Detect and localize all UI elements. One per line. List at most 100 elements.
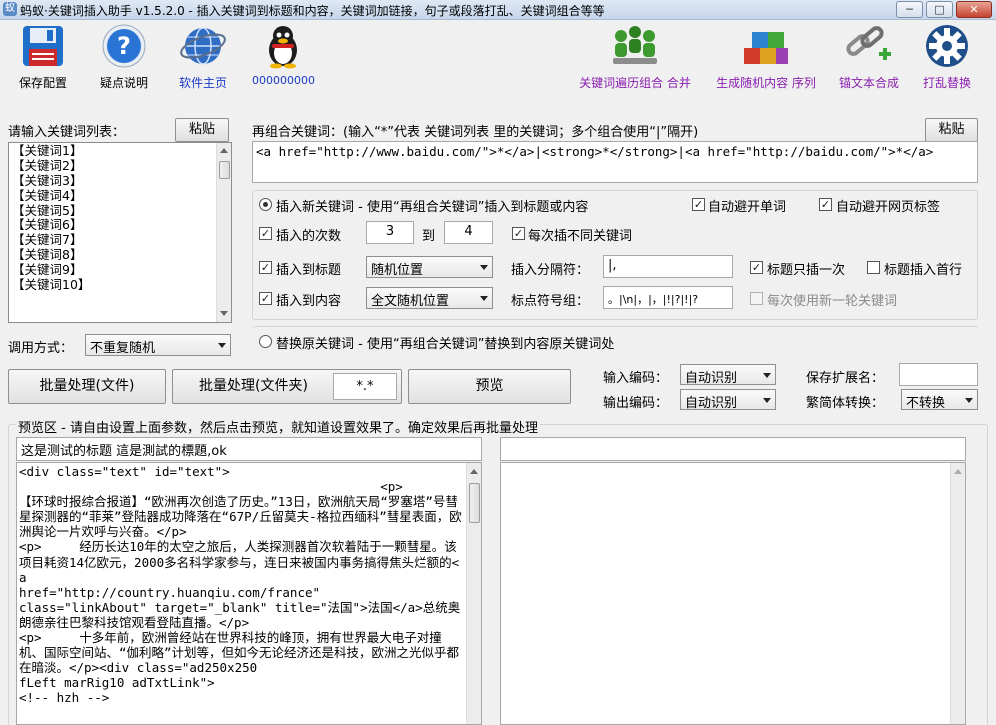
preview-title-left[interactable]: 这是测试的标题 這是測試的標題,ok	[16, 437, 482, 461]
preview-content-left[interactable]: <div class="text" id="text"> <p> 【环球时报综合…	[16, 462, 482, 725]
conversion-select[interactable]: 不转换	[901, 389, 978, 411]
batch-file-button[interactable]: 批量处理(文件)	[8, 369, 166, 404]
keyword-list-item[interactable]: 【关键词10】	[9, 277, 216, 292]
keyword-list-item[interactable]: 【关键词3】	[9, 173, 216, 188]
maximize-button[interactable]: □	[926, 1, 953, 18]
dropdown-arrow-icon	[763, 398, 771, 403]
diff-keyword-label: 每次插不同关键词	[528, 229, 633, 244]
insert-content-label: 插入到内容	[276, 294, 342, 309]
new-round-label: 每次使用新一轮关键词	[767, 294, 898, 309]
keyword-list-item[interactable]: 【关键词1】	[9, 143, 216, 158]
call-mode-label: 调用方式：	[8, 341, 74, 356]
preview-left-scrollbar[interactable]	[466, 463, 481, 724]
preview-title-right[interactable]	[500, 437, 966, 461]
content-position-select[interactable]: 全文随机位置	[366, 287, 493, 309]
colored-cubes-icon	[744, 32, 788, 64]
penguin-icon	[269, 26, 297, 69]
dropdown-arrow-icon	[218, 343, 226, 348]
recombine-paste-button[interactable]: 粘贴	[925, 118, 978, 142]
gear-icon	[926, 25, 968, 67]
keyword-list-item[interactable]: 【关键词7】	[9, 232, 216, 247]
keywords-list[interactable]: 【关键词1】 【关键词2】 【关键词3】 【关键词4】 【关键词5】 【关键词6】 【关键词…	[8, 142, 232, 323]
anchor-text-button[interactable]: 锚文本合成	[834, 22, 904, 104]
shuffle-replace-button[interactable]: 打乱替换	[914, 22, 980, 104]
keywords-list-items: 【关键词1】 【关键词2】 【关键词3】 【关键词4】 【关键词5】 【关键词6】 【关键词…	[9, 143, 216, 292]
keyword-list-item[interactable]: 【关键词4】	[9, 188, 216, 203]
input-encoding-select[interactable]: 自动识别	[680, 364, 776, 386]
help-icon: ?	[102, 24, 146, 68]
preview-content-right[interactable]	[500, 462, 966, 725]
auto-avoid-word-label: 自动避开单词	[708, 200, 787, 215]
conversion-label: 繁简体转换：	[806, 396, 885, 411]
replace-radio[interactable]	[259, 335, 272, 348]
preview-content-left-text: <div class="text" id="text"> <p> 【环球时报综合…	[19, 464, 462, 706]
help-button[interactable]: ? 疑点说明	[93, 22, 155, 104]
keyword-combine-button[interactable]: 关键词遍历组合 合并	[576, 22, 694, 104]
punct-input[interactable]: 。|\n|，|，|!|?|!|?	[603, 286, 733, 309]
floppy-disk-icon	[23, 26, 63, 66]
dropdown-arrow-icon	[480, 296, 488, 301]
keyword-list-item[interactable]: 【关键词8】	[9, 247, 216, 262]
keywords-paste-button[interactable]: 粘贴	[175, 118, 229, 142]
scroll-thumb[interactable]	[219, 161, 230, 179]
input-encoding-label: 输入编码：	[603, 371, 669, 386]
preview-right-scrollbar[interactable]	[950, 463, 965, 724]
scroll-up-icon[interactable]	[954, 469, 962, 474]
times-to-input[interactable]: 4	[444, 221, 493, 244]
auto-avoid-tag-checkbox[interactable]: ✓	[819, 198, 832, 211]
anchor-text-label: 锚文本合成	[838, 76, 899, 90]
file-extension-input[interactable]: *.*	[333, 373, 397, 400]
keyword-list-item[interactable]: 【关键词9】	[9, 262, 216, 277]
homepage-button[interactable]: 软件主页	[172, 22, 234, 104]
scroll-down-icon[interactable]	[220, 311, 228, 316]
keyword-list-item[interactable]: 【关键词2】	[9, 158, 216, 173]
separator-input[interactable]: |,	[603, 255, 733, 278]
insert-new-label: 插入新关键词 - 使用“再组合关键词”插入到标题或内容	[276, 200, 589, 215]
title-position-select[interactable]: 随机位置	[366, 256, 493, 278]
minimize-button[interactable]: ─	[896, 1, 923, 18]
recombine-input[interactable]: <a href="http://www.baidu.com/">*</a>|<s…	[252, 141, 978, 183]
title-position-value: 随机位置	[371, 263, 424, 278]
content-position-value: 全文随机位置	[371, 294, 450, 309]
title-once-checkbox[interactable]: ✓	[750, 261, 763, 274]
scroll-thumb[interactable]	[469, 483, 480, 523]
auto-avoid-word-checkbox[interactable]: ✓	[692, 198, 705, 211]
shuffle-replace-label: 打乱替换	[922, 76, 971, 90]
call-mode-select[interactable]: 不重复随机	[85, 334, 231, 356]
times-from-input[interactable]: 3	[366, 221, 414, 244]
dropdown-arrow-icon	[763, 373, 771, 378]
qq-button[interactable]: 000000000	[252, 22, 315, 104]
keyword-list-item[interactable]: 【关键词5】	[9, 203, 216, 218]
insert-new-radio[interactable]	[259, 198, 272, 211]
random-content-button[interactable]: 生成随机内容 序列	[708, 22, 824, 104]
keyword-list-item[interactable]: 【关键词6】	[9, 217, 216, 233]
insert-content-checkbox[interactable]: ✓	[259, 292, 272, 305]
preview-label: 预览区 - 请自由设置上面参数，然后点击预览，就知道设置效果了。确定效果后再批量…	[16, 417, 540, 436]
title-first-checkbox[interactable]	[867, 261, 880, 274]
app-icon: 蚁	[3, 2, 17, 16]
save-ext-input[interactable]	[899, 363, 978, 386]
diff-keyword-checkbox[interactable]: ✓	[512, 227, 525, 240]
save-config-label: 保存配置	[18, 76, 67, 90]
insert-title-checkbox[interactable]: ✓	[259, 261, 272, 274]
title-first-label: 标题插入首行	[884, 263, 963, 278]
scroll-up-icon[interactable]	[470, 469, 478, 474]
close-button[interactable]: ✕	[956, 1, 992, 18]
insert-times-checkbox[interactable]: ✓	[259, 227, 272, 240]
auto-avoid-tag-label: 自动避开网页标签	[836, 200, 941, 215]
preview-button[interactable]: 预览	[408, 369, 571, 404]
window-title: 蚂蚁·关键词插入助手 v1.5.2.0 - 插入关键词到标题和内容，关键词加链接…	[20, 4, 605, 18]
input-encoding-value: 自动识别	[685, 371, 738, 386]
homepage-label: 软件主页	[178, 76, 227, 90]
call-mode-value: 不重复随机	[90, 341, 156, 356]
random-content-label: 生成随机内容 序列	[716, 76, 816, 90]
save-config-button[interactable]: 保存配置	[12, 22, 74, 104]
new-round-checkbox[interactable]	[750, 292, 763, 305]
replace-label: 替换原关键词 - 使用“再组合关键词”替换到内容原关键词处	[276, 337, 615, 352]
output-encoding-select[interactable]: 自动识别	[680, 389, 776, 411]
help-label: 疑点说明	[99, 76, 148, 90]
conversion-value: 不转换	[906, 396, 946, 411]
keywords-label: 请输入关键词列表：	[8, 125, 126, 140]
scroll-up-icon[interactable]	[220, 148, 228, 153]
keywords-scrollbar[interactable]	[216, 143, 231, 322]
